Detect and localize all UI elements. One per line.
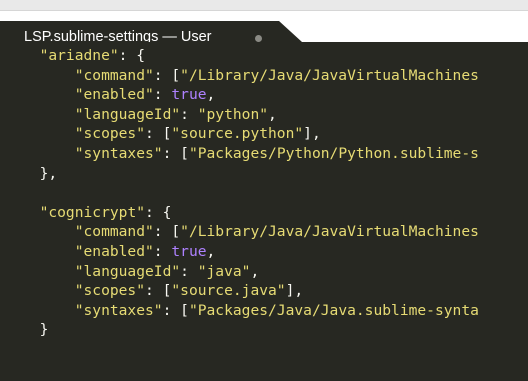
code-punctuation: : [ (162, 144, 189, 162)
editor-window: LSP.sublime-settings — User "ariadne": {… (0, 0, 528, 381)
code-line[interactable]: "scopes": ["source.java"], (22, 281, 479, 301)
code-punctuation: , (268, 105, 277, 123)
unsaved-dot-icon[interactable] (255, 35, 262, 42)
code-punctuation: , (206, 86, 216, 104)
code-punctuation: : [ (153, 66, 181, 84)
code-string: "Packages/Python/Python.sublime-s (188, 144, 479, 162)
code-line[interactable]: "cognicrypt": { (22, 203, 479, 223)
code-line[interactable]: "syntaxes": ["Packages/Python/Python.sub… (22, 144, 479, 164)
code-punctuation: : [ (145, 125, 172, 143)
code-string: "scopes" (74, 125, 146, 143)
code-line[interactable]: "scopes": ["source.python"], (22, 124, 479, 144)
code-line[interactable]: "enabled": true, (22, 85, 479, 105)
code-punctuation: ], (285, 282, 304, 300)
code-string: "command" (74, 223, 154, 241)
code-string: "/Library/Java/JavaVirtualMachines (180, 66, 479, 84)
code-punctuation: : [ (162, 301, 189, 319)
code-string: "ariadne" (39, 47, 119, 64)
code-punctuation: , (250, 262, 260, 280)
code-line[interactable]: "command": ["/Library/Java/JavaVirtualMa… (22, 66, 479, 86)
code-string: "enabled" (74, 86, 154, 104)
code-constant: true (171, 242, 207, 260)
tab-bar: LSP.sublime-settings — User (0, 0, 528, 45)
code-line[interactable]: } (22, 320, 479, 340)
code-punctuation: : { (118, 47, 146, 64)
code-line[interactable] (22, 183, 479, 203)
code-string: "python" (197, 105, 269, 123)
code-punctuation: }, (39, 164, 58, 182)
code-text[interactable]: "ariadne": { "command": ["/Library/Java/… (22, 46, 479, 340)
code-editor[interactable]: "ariadne": { "command": ["/Library/Java/… (0, 42, 528, 381)
code-punctuation: , (206, 242, 216, 260)
code-line[interactable]: "ariadne": { (22, 46, 479, 66)
code-punctuation: : (153, 242, 172, 260)
code-string: "source.python" (171, 125, 304, 143)
code-punctuation: : (180, 105, 198, 123)
code-string: "source.java" (171, 282, 286, 300)
code-punctuation: : { (145, 203, 172, 221)
code-string: "Packages/Java/Java.sublime-synta (188, 301, 479, 319)
code-line[interactable]: "languageId": "java", (22, 262, 479, 282)
title-bar-strip (0, 0, 528, 11)
code-string: "enabled" (74, 242, 154, 260)
code-line[interactable]: }, (22, 164, 479, 184)
code-string: "syntaxes" (74, 144, 163, 162)
code-string: "/Library/Java/JavaVirtualMachines (180, 223, 479, 241)
code-punctuation: : [ (153, 223, 181, 241)
code-string: "command" (74, 66, 154, 84)
code-line[interactable]: "languageId": "python", (22, 105, 479, 125)
code-punctuation: : [ (145, 282, 172, 300)
code-line[interactable]: "enabled": true, (22, 242, 479, 262)
code-string: "java" (197, 262, 251, 280)
code-punctuation: : (153, 86, 172, 104)
code-punctuation: ], (303, 125, 321, 143)
code-string: "scopes" (74, 282, 146, 300)
code-string: "languageId" (74, 105, 181, 123)
code-constant: true (171, 86, 207, 104)
code-line[interactable]: "syntaxes": ["Packages/Java/Java.sublime… (22, 301, 479, 321)
code-punctuation: } (39, 321, 49, 339)
code-string: "syntaxes" (74, 301, 163, 319)
code-string: "cognicrypt" (39, 203, 146, 221)
code-line[interactable]: "command": ["/Library/Java/JavaVirtualMa… (22, 222, 479, 242)
code-string: "languageId" (74, 262, 181, 280)
code-punctuation: : (180, 262, 198, 280)
